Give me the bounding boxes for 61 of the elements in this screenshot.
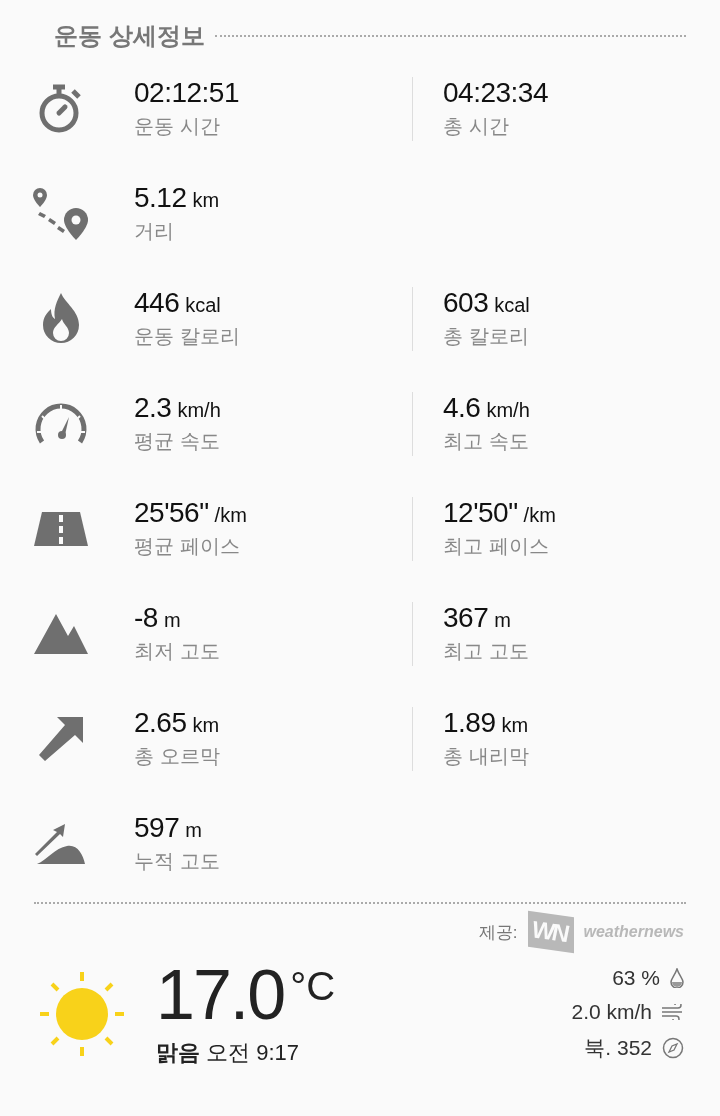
stat-value: 02:12:51 bbox=[134, 77, 239, 109]
stat-unit: km bbox=[501, 714, 529, 737]
stat-value: 2.3 bbox=[134, 392, 172, 424]
route-icon bbox=[32, 187, 90, 240]
stat-label: 총 칼로리 bbox=[443, 324, 530, 349]
stat-unit: m bbox=[185, 819, 202, 842]
stat-value: 2.65 bbox=[134, 707, 187, 739]
stat-value: -8 bbox=[134, 602, 158, 634]
climb-icon bbox=[35, 823, 87, 864]
sun-icon bbox=[40, 972, 124, 1056]
stat-unit: kcal bbox=[185, 294, 221, 317]
stat-label: 총 시간 bbox=[443, 114, 510, 139]
stat-value: 597 bbox=[134, 812, 180, 844]
drop-icon bbox=[670, 968, 684, 988]
weather-detail: 63 % bbox=[612, 966, 660, 990]
flame-icon bbox=[41, 292, 81, 345]
stat-value: 04:23:34 bbox=[443, 77, 548, 109]
stat-label: 총 오르막 bbox=[134, 744, 221, 769]
stat-label: 최고 속도 bbox=[443, 429, 530, 454]
stat-unit: km bbox=[192, 714, 220, 737]
stat-unit: m bbox=[163, 609, 181, 632]
stat-unit: /km bbox=[523, 504, 556, 527]
stat-value: 25'56" bbox=[134, 497, 209, 529]
stat-unit: /km bbox=[214, 504, 247, 527]
temperature-unit: °C bbox=[290, 964, 336, 1009]
provider-label: 제공: bbox=[478, 921, 518, 944]
temperature: 17.0 bbox=[156, 960, 285, 1030]
stat-value: 1.89 bbox=[443, 707, 496, 739]
stat-value: 603 bbox=[443, 287, 489, 319]
compass-icon bbox=[662, 1037, 684, 1059]
stat-label: 평균 속도 bbox=[134, 429, 221, 454]
stat-unit: km/h bbox=[486, 399, 530, 422]
stat-unit: kcal bbox=[494, 294, 530, 317]
stat-label: 누적 고도 bbox=[134, 849, 221, 874]
stat-unit: km/h bbox=[177, 399, 221, 422]
provider-logo: WN bbox=[527, 910, 574, 954]
stat-label: 평균 페이스 bbox=[134, 534, 241, 559]
stat-label: 최고 고도 bbox=[443, 639, 530, 664]
stat-label: 운동 시간 bbox=[134, 114, 221, 139]
road-icon bbox=[34, 511, 88, 546]
weather-summary: 맑음 오전 9:17 bbox=[156, 1039, 301, 1067]
stat-value: 4.6 bbox=[443, 392, 481, 424]
stat-unit: m bbox=[494, 609, 511, 632]
weather-detail: 북. 352 bbox=[584, 1035, 652, 1061]
stat-label: 거리 bbox=[134, 219, 175, 244]
stat-label: 운동 칼로리 bbox=[134, 324, 241, 349]
mountains-icon bbox=[34, 613, 88, 654]
stat-value: 367 bbox=[443, 602, 489, 634]
section-title: 운동 상세정보 bbox=[54, 21, 205, 51]
weather-detail: 2.0 km/h bbox=[571, 1000, 652, 1024]
provider-name: weathernews bbox=[583, 923, 684, 941]
stat-value: 12'50" bbox=[443, 497, 518, 529]
stat-value: 446 bbox=[134, 287, 180, 319]
speedometer-icon bbox=[34, 401, 88, 446]
stat-label: 최고 페이스 bbox=[443, 534, 550, 559]
wind-icon bbox=[662, 1004, 684, 1020]
arrow-icon bbox=[39, 716, 83, 761]
stat-unit: km bbox=[192, 189, 220, 212]
stat-label: 최저 고도 bbox=[134, 639, 221, 664]
stat-value: 5.12 bbox=[134, 182, 187, 214]
stat-label: 총 내리막 bbox=[443, 744, 530, 769]
